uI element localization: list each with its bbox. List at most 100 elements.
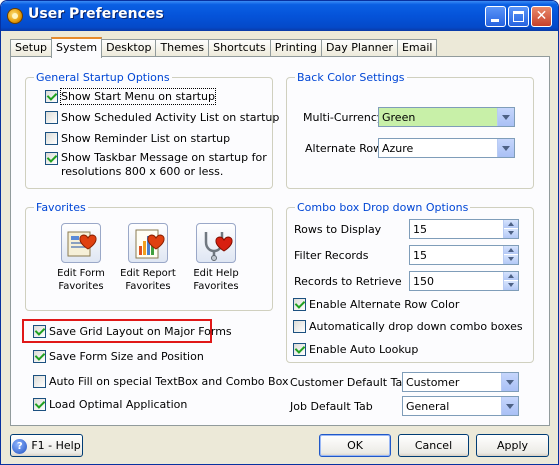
checkbox-label: Load Optimal Application xyxy=(49,398,188,411)
load-optimal-application-checkbox[interactable]: Load Optimal Application xyxy=(33,397,187,412)
auto-drop-down-combo-checkbox[interactable]: Automatically drop down combo boxes xyxy=(293,319,523,334)
minimize-icon xyxy=(491,19,499,22)
favorite-label: Edit Form Favorites xyxy=(57,268,105,292)
general-startup-legend: General Startup Options xyxy=(34,71,172,84)
tab-themes[interactable]: Themes xyxy=(155,39,210,57)
filter-records-label: Filter Records xyxy=(294,249,369,262)
spinner-arrows xyxy=(503,246,518,264)
maximize-icon xyxy=(513,11,524,22)
chevron-down-icon[interactable] xyxy=(497,139,514,157)
spinner-value: 15 xyxy=(413,223,427,236)
rows-to-display-spinner[interactable]: 15 xyxy=(409,219,519,239)
job-default-tab-select[interactable]: General xyxy=(402,396,519,416)
checkbox-label: Show Scheduled Activity List on startup xyxy=(61,111,280,124)
app-icon xyxy=(7,8,23,24)
tab-system[interactable]: System xyxy=(51,37,103,58)
spin-up-icon[interactable] xyxy=(504,246,518,255)
checkbox-box[interactable] xyxy=(293,298,306,311)
help-favorites-icon xyxy=(196,223,236,263)
show-taskbar-message-checkbox[interactable]: Show Taskbar Message on startup for reso… xyxy=(45,151,276,179)
spinner-arrows xyxy=(503,272,518,290)
checkbox-label: Show Reminder List on startup xyxy=(61,132,231,145)
edit-report-favorites-button[interactable]: Edit Report Favorites xyxy=(113,223,183,293)
checkbox-label: Show Start Menu on startup xyxy=(59,88,217,105)
tab-strip: Setup System Desktop Themes Shortcuts Pr… xyxy=(10,37,438,58)
multi-currency-select[interactable]: Green xyxy=(378,107,515,127)
spinner-value: 150 xyxy=(413,275,434,288)
alternate-row-select[interactable]: Azure xyxy=(378,138,515,158)
auto-fill-checkbox[interactable]: Auto Fill on special TextBox and Combo B… xyxy=(33,374,288,389)
cancel-button[interactable]: Cancel xyxy=(398,434,469,457)
save-grid-layout-checkbox[interactable]: Save Grid Layout on Major Forms xyxy=(33,324,232,339)
show-scheduled-activity-checkbox[interactable]: Show Scheduled Activity List on startup xyxy=(45,110,279,125)
checkbox-label: Enable Auto Lookup xyxy=(309,343,419,356)
report-favorites-icon xyxy=(128,223,168,263)
select-value: Customer xyxy=(406,376,460,389)
close-icon: ✕ xyxy=(535,8,548,24)
checkbox-label: Automatically drop down combo boxes xyxy=(309,320,523,333)
minimize-button[interactable] xyxy=(485,6,506,27)
spin-down-icon[interactable] xyxy=(504,281,518,290)
show-reminder-list-checkbox[interactable]: Show Reminder List on startup xyxy=(45,131,230,146)
form-favorites-icon xyxy=(61,223,101,263)
checkbox-label: Save Grid Layout on Major Forms xyxy=(49,325,232,338)
help-icon: ? xyxy=(12,438,28,454)
tab-setup[interactable]: Setup xyxy=(10,39,53,57)
spinner-value: 15 xyxy=(413,249,427,262)
spinner-arrows xyxy=(503,220,518,238)
spin-up-icon[interactable] xyxy=(504,272,518,281)
apply-button[interactable]: Apply xyxy=(476,434,549,457)
favorites-legend: Favorites xyxy=(34,201,88,214)
enable-alternate-row-color-checkbox[interactable]: Enable Alternate Row Color xyxy=(293,297,459,312)
edit-help-favorites-button[interactable]: Edit Help Favorites xyxy=(181,223,251,293)
customer-default-tab-select[interactable]: Customer xyxy=(402,372,519,392)
checkbox-box[interactable] xyxy=(293,320,306,333)
help-button[interactable]: ? F1 - Help xyxy=(10,434,83,457)
checkbox-label: Auto Fill on special TextBox and Combo B… xyxy=(49,375,289,388)
checkbox-box[interactable] xyxy=(45,111,58,124)
maximize-button[interactable] xyxy=(508,6,529,27)
multi-currency-label: Multi-Currency xyxy=(303,111,384,124)
select-value: General xyxy=(406,400,450,413)
filter-records-spinner[interactable]: 15 xyxy=(409,245,519,265)
enable-auto-lookup-checkbox[interactable]: Enable Auto Lookup xyxy=(293,342,418,357)
checkbox-box[interactable] xyxy=(33,350,46,363)
spin-down-icon[interactable] xyxy=(504,229,518,238)
spin-up-icon[interactable] xyxy=(504,220,518,229)
checkbox-box[interactable] xyxy=(293,343,306,356)
tab-printing[interactable]: Printing xyxy=(269,39,323,57)
edit-form-favorites-button[interactable]: Edit Form Favorites xyxy=(46,223,116,293)
checkbox-box[interactable] xyxy=(45,152,58,165)
checkbox-box[interactable] xyxy=(45,132,58,145)
checkbox-box[interactable] xyxy=(45,90,58,103)
save-form-size-checkbox[interactable]: Save Form Size and Position xyxy=(33,349,204,364)
tab-shortcuts[interactable]: Shortcuts xyxy=(208,39,271,57)
tab-desktop[interactable]: Desktop xyxy=(101,39,157,57)
chevron-down-icon[interactable] xyxy=(497,108,514,126)
chevron-down-icon[interactable] xyxy=(501,397,518,415)
back-color-group: Back Color Settings xyxy=(286,71,534,189)
chevron-down-icon[interactable] xyxy=(501,373,518,391)
customer-default-tab-label: Customer Default Tab xyxy=(290,376,410,389)
ok-button[interactable]: OK xyxy=(319,434,391,457)
combo-options-legend: Combo box Drop down Options xyxy=(295,201,471,214)
select-value: Azure xyxy=(382,142,414,155)
help-button-label: F1 - Help xyxy=(31,439,81,452)
close-button[interactable]: ✕ xyxy=(531,6,552,27)
back-color-legend: Back Color Settings xyxy=(295,71,407,84)
rows-to-display-label: Rows to Display xyxy=(294,223,382,236)
checkbox-box[interactable] xyxy=(33,325,46,338)
show-start-menu-checkbox[interactable]: Show Start Menu on startup xyxy=(45,88,217,105)
checkbox-label: Show Taskbar Message on startup for reso… xyxy=(61,151,267,178)
select-value: Green xyxy=(382,111,416,124)
records-to-retrieve-spinner[interactable]: 150 xyxy=(409,271,519,291)
checkbox-box[interactable] xyxy=(33,398,46,411)
tab-email[interactable]: Email xyxy=(396,39,438,57)
spin-down-icon[interactable] xyxy=(504,255,518,264)
window-title: User Preferences xyxy=(28,6,164,22)
title-bar[interactable]: User Preferences ✕ xyxy=(1,1,558,31)
checkbox-box[interactable] xyxy=(33,375,46,388)
alternate-row-label: Alternate Row xyxy=(305,142,383,155)
tab-day-planner[interactable]: Day Planner xyxy=(321,39,398,57)
user-preferences-window: User Preferences ✕ Setup System Desktop … xyxy=(0,0,559,465)
